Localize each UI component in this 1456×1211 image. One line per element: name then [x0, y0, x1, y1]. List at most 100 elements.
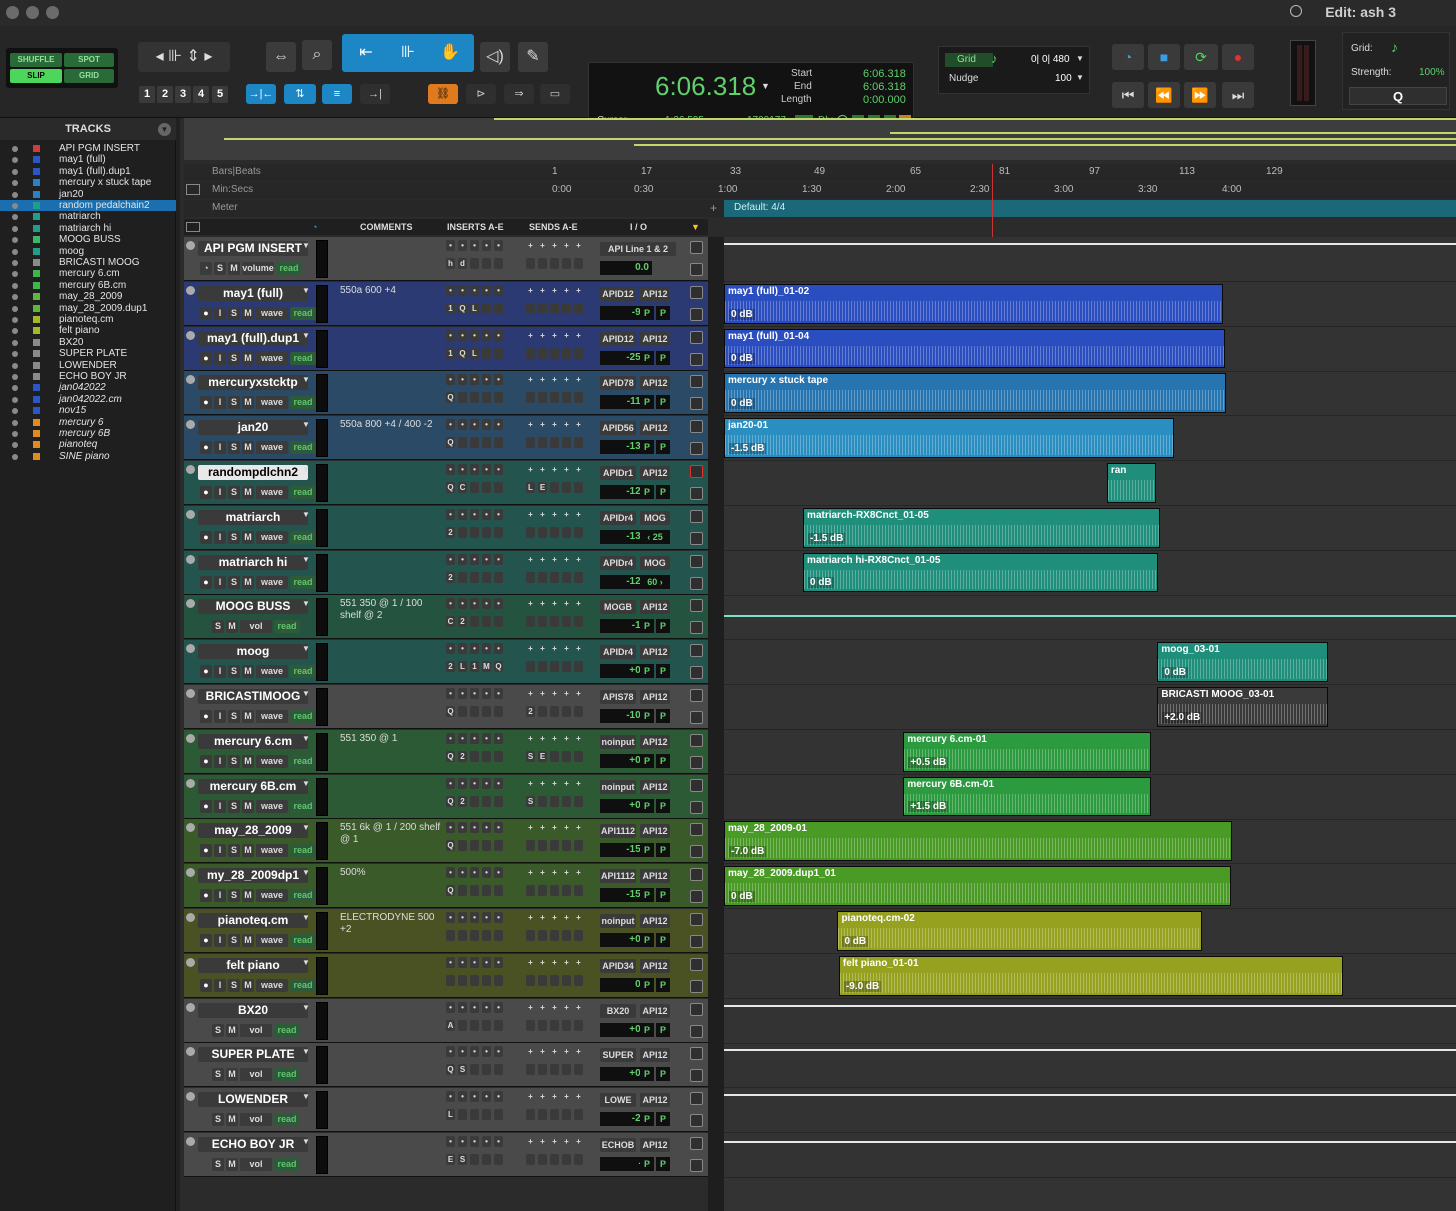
track-select-icon[interactable] — [186, 1002, 195, 1012]
solo-button[interactable]: S — [228, 665, 240, 679]
insert-slot[interactable] — [482, 795, 491, 807]
tracks-list-item[interactable]: mercury 6B — [0, 428, 176, 439]
visibility-dot-icon[interactable] — [12, 305, 18, 312]
send-slot[interactable]: + — [538, 419, 547, 430]
grid-dropdown-icon[interactable]: ▼ — [1076, 54, 1084, 63]
insert-slot[interactable] — [494, 482, 503, 493]
track-list-icon[interactable] — [690, 755, 703, 769]
send-slot[interactable] — [538, 974, 547, 986]
send-slot[interactable] — [526, 302, 535, 314]
record-arm-button[interactable]: ● — [200, 351, 212, 365]
insert-slot[interactable]: • — [482, 912, 491, 923]
tracks-list-item[interactable]: mercury 6.cm — [0, 268, 176, 279]
track-name[interactable]: mercuryxstcktp — [198, 375, 308, 391]
send-slot[interactable] — [550, 1064, 559, 1076]
insert-slot[interactable]: • — [494, 240, 503, 251]
track-name[interactable]: MOOG BUSS — [198, 599, 308, 615]
send-slot[interactable] — [562, 661, 571, 673]
send-slot[interactable] — [550, 302, 559, 314]
send-slot[interactable]: + — [538, 374, 547, 385]
insert-slot[interactable] — [482, 347, 491, 359]
track-dropdown-icon[interactable]: ▼ — [302, 555, 310, 564]
insert-slot[interactable]: Q — [446, 482, 455, 493]
insert-slot[interactable]: 2 — [458, 616, 467, 628]
send-slot[interactable]: E — [538, 750, 547, 762]
track-list-icon[interactable] — [690, 263, 703, 276]
zoom-preset-2[interactable]: 2 — [157, 86, 173, 103]
track-name[interactable]: BRICASTIMOOG — [198, 689, 308, 704]
track-dropdown-icon[interactable]: ▼ — [302, 465, 310, 474]
strength-value[interactable]: 100% — [1419, 67, 1445, 78]
input-selector[interactable]: APID78 — [600, 376, 636, 391]
send-slot[interactable] — [550, 616, 559, 628]
pan-right[interactable]: P — [656, 485, 670, 499]
input-selector[interactable]: MOGB — [600, 600, 636, 615]
send-slot[interactable] — [574, 706, 583, 717]
tracks-menu-icon[interactable]: ▼ — [158, 123, 171, 136]
insert-slot[interactable]: • — [482, 956, 491, 968]
insert-slot[interactable] — [494, 1109, 503, 1121]
track-output-window-icon[interactable] — [690, 868, 703, 882]
track-name[interactable]: LOWENDER — [198, 1092, 308, 1108]
send-slot[interactable] — [550, 347, 559, 359]
track-dropdown-icon[interactable]: ▼ — [302, 689, 310, 698]
track-view-selector[interactable]: wave — [256, 710, 288, 723]
track-list-icon[interactable] — [690, 397, 703, 411]
column-view-icon[interactable] — [186, 222, 200, 232]
insert-slot[interactable] — [470, 526, 479, 538]
track-output-window-icon[interactable] — [690, 330, 703, 344]
input-monitor-button[interactable]: I — [214, 351, 226, 365]
insert-slot[interactable]: • — [494, 1046, 503, 1058]
solo-button[interactable]: S — [212, 620, 224, 634]
send-slot[interactable]: + — [562, 1046, 571, 1057]
track-view-selector[interactable]: wave — [256, 575, 288, 589]
pan-value[interactable]: 60 › — [640, 574, 670, 589]
insert-slot[interactable] — [482, 750, 491, 762]
pan-left[interactable]: P — [640, 753, 654, 768]
send-slot[interactable] — [538, 661, 547, 673]
send-slot[interactable]: + — [526, 1002, 535, 1013]
track-view-selector[interactable]: wave — [256, 665, 288, 679]
send-slot[interactable] — [550, 437, 559, 449]
input-selector[interactable]: APID12 — [600, 331, 636, 346]
track-output-window-icon[interactable] — [690, 465, 703, 478]
tracks-list-item[interactable]: MOOG BUSS — [0, 234, 176, 245]
send-slot[interactable]: + — [550, 688, 559, 699]
send-slot[interactable] — [574, 482, 583, 493]
automation-mode-selector[interactable]: read — [274, 1023, 300, 1037]
send-slot[interactable] — [538, 1154, 547, 1165]
visibility-dot-icon[interactable] — [12, 408, 18, 415]
clip-gain[interactable]: 0 dB — [808, 577, 834, 589]
visibility-dot-icon[interactable] — [12, 328, 18, 335]
nudge-value[interactable]: 100 — [1055, 73, 1072, 84]
insert-slot[interactable] — [494, 526, 503, 538]
automation-mode-selector[interactable]: read — [290, 754, 316, 768]
send-slot[interactable] — [562, 706, 571, 717]
solo-button[interactable]: S — [228, 306, 240, 320]
send-slot[interactable]: + — [526, 240, 535, 251]
track-list-icon[interactable] — [690, 1159, 703, 1172]
track-output-window-icon[interactable] — [690, 420, 703, 434]
zoom-preset-4[interactable]: 4 — [193, 86, 209, 103]
visibility-dot-icon[interactable] — [12, 146, 18, 152]
insert-slot[interactable] — [494, 840, 503, 852]
input-selector[interactable]: LOWE — [600, 1093, 636, 1108]
insert-slot[interactable]: • — [458, 553, 467, 565]
send-slot[interactable]: + — [562, 643, 571, 654]
send-slot[interactable] — [526, 1019, 535, 1031]
insert-slot[interactable] — [470, 1109, 479, 1121]
track-comment[interactable]: 500% — [340, 867, 444, 879]
insert-slot[interactable] — [470, 437, 479, 449]
insert-slot[interactable]: • — [470, 419, 479, 431]
track-select-icon[interactable] — [186, 868, 195, 878]
pan-right[interactable]: P — [656, 664, 670, 679]
send-slot[interactable]: + — [526, 688, 535, 699]
send-slot[interactable] — [526, 661, 535, 673]
track-view-selector[interactable]: volume — [242, 262, 274, 275]
send-slot[interactable]: + — [574, 464, 583, 475]
track-name[interactable]: may1 (full) — [198, 285, 308, 301]
insert-slot[interactable]: • — [470, 688, 479, 699]
track-comment[interactable]: 551 350 @ 1 / 100 shelf @ 2 — [340, 598, 444, 622]
pan-right[interactable]: P — [656, 350, 670, 365]
send-slot[interactable]: 2 — [526, 706, 535, 717]
